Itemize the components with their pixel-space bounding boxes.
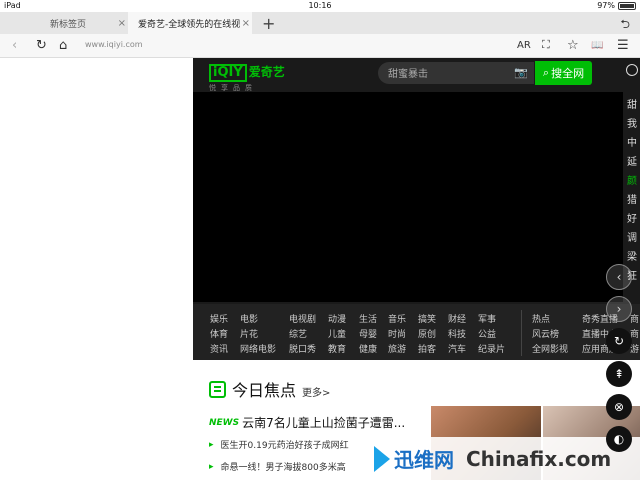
- search-box: 📷: [378, 62, 534, 86]
- channel-link[interactable]: 全网影视: [532, 342, 568, 355]
- prev-button[interactable]: ‹: [606, 264, 632, 290]
- extra-button[interactable]: ◐: [606, 426, 632, 452]
- tab-title: 新标签页: [50, 19, 87, 30]
- channel-link[interactable]: 电视剧: [289, 312, 316, 325]
- headline-text: 云南7名儿童上山捡菌子遭雷...: [242, 416, 406, 430]
- channel-link[interactable]: 原创: [418, 327, 436, 340]
- channel-link[interactable]: 军事: [478, 312, 496, 325]
- user-icon[interactable]: [626, 64, 638, 76]
- menu-icon[interactable]: ☰: [617, 38, 629, 53]
- close-icon[interactable]: ×: [242, 18, 250, 29]
- channel-link[interactable]: 动漫: [328, 312, 346, 325]
- search-button[interactable]: ⌕ 搜全网: [535, 61, 592, 85]
- blank-area: [0, 58, 193, 480]
- more-link[interactable]: 更多>: [302, 384, 330, 399]
- focus-list-item[interactable]: 颜: [627, 172, 640, 191]
- site-logo[interactable]: iQIY 爱奇艺 悦享品质: [209, 61, 285, 93]
- battery-percent: 97%: [597, 1, 615, 10]
- channel-link[interactable]: 科技: [448, 327, 466, 340]
- focus-list-item[interactable]: 中: [627, 134, 640, 153]
- tab-title: 爱奇艺-全球领先的在线视: [138, 19, 241, 30]
- clock: 10:16: [308, 1, 332, 10]
- next-button[interactable]: ›: [606, 296, 632, 322]
- list-icon: [209, 380, 226, 398]
- tab-iqiyi[interactable]: 爱奇艺-全球领先的在线视 ×: [128, 12, 252, 34]
- watermark-en: Chinafix.com: [466, 446, 612, 471]
- focus-list-item[interactable]: 甜: [627, 96, 640, 115]
- focus-list: 甜我中延颜猎好调梁狂: [627, 96, 640, 286]
- logo-mark: iQIY: [209, 64, 247, 82]
- watermark-cn: 迅维网: [394, 448, 454, 472]
- logo-name: 爱奇艺: [248, 65, 285, 79]
- channel-link[interactable]: 网络电影: [240, 342, 276, 355]
- channel-link[interactable]: 片花: [240, 327, 258, 340]
- channel-link[interactable]: 资讯: [210, 342, 228, 355]
- status-bar: iPad 10:16 97%: [0, 0, 640, 12]
- channel-link[interactable]: 音乐: [388, 312, 406, 325]
- close-icon[interactable]: ×: [118, 18, 126, 29]
- reload-icon[interactable]: ↻: [36, 38, 47, 53]
- more-button[interactable]: ⊗: [606, 394, 632, 420]
- channel-link[interactable]: 汽车: [448, 342, 466, 355]
- web-page: iQIY爱奇艺 悦享品质 📷 ⌕ 搜全网 甜我中延颜猎好调梁狂 娱乐体育资讯 电影…: [193, 58, 640, 480]
- channel-link[interactable]: 商: [630, 312, 639, 325]
- channel-link[interactable]: 旅游: [388, 342, 406, 355]
- address-bar[interactable]: www.iqiyi.com: [85, 40, 143, 49]
- watermark: 迅维网 Chinafix.com: [364, 437, 640, 480]
- new-tab-button[interactable]: +: [262, 14, 275, 33]
- browser-toolbar: ‹ ↻ ⌂ www.iqiyi.com AR ⛶ ☆ 📖 ☰: [0, 34, 640, 58]
- scroll-top-button[interactable]: ⇞: [606, 361, 632, 387]
- channel-link[interactable]: 体育: [210, 327, 228, 340]
- nav-divider: [521, 310, 522, 356]
- tab-menu-icon[interactable]: ⮌: [620, 15, 630, 36]
- channel-link[interactable]: 搞笑: [418, 312, 436, 325]
- channel-link[interactable]: 综艺: [289, 327, 307, 340]
- tab-new-tab[interactable]: 新标签页 ×: [0, 12, 128, 34]
- channel-link[interactable]: 电影: [240, 312, 258, 325]
- section-header: 今日焦点 更多>: [209, 377, 330, 401]
- ar-button[interactable]: AR: [517, 40, 531, 51]
- section-title: 今日焦点: [232, 381, 297, 400]
- channel-link[interactable]: 教育: [328, 342, 346, 355]
- channel-link[interactable]: 娱乐: [210, 312, 228, 325]
- channel-link[interactable]: 风云榜: [532, 327, 559, 340]
- headline[interactable]: NEWS 云南7名儿童上山捡菌子遭雷...: [209, 414, 405, 431]
- focus-list-item[interactable]: 好: [627, 210, 640, 229]
- channel-link[interactable]: 热点: [532, 312, 550, 325]
- channel-link[interactable]: 生活: [359, 312, 377, 325]
- channel-link[interactable]: 拍客: [418, 342, 436, 355]
- channel-link[interactable]: 时尚: [388, 327, 406, 340]
- channel-nav: 娱乐体育资讯 电影片花网络电影 电视剧综艺脱口秀 动漫儿童教育 生活母婴健康 音乐时尚旅游…: [193, 304, 640, 360]
- battery-icon: [618, 1, 636, 10]
- focus-list-item[interactable]: 我: [627, 115, 640, 134]
- news-item[interactable]: 命悬一线！男子海拔800多米高: [209, 460, 346, 473]
- channel-link[interactable]: 健康: [359, 342, 377, 355]
- channel-link[interactable]: 财经: [448, 312, 466, 325]
- focus-list-item[interactable]: 延: [627, 153, 640, 172]
- channel-link[interactable]: 脱口秀: [289, 342, 316, 355]
- news-item[interactable]: 医生开0.19元药治好孩子成网红: [209, 438, 349, 451]
- star-icon[interactable]: ☆: [567, 38, 579, 53]
- home-icon[interactable]: ⌂: [59, 38, 67, 53]
- watermark-arrow-icon: [374, 445, 390, 472]
- search-button-label: 搜全网: [551, 67, 585, 80]
- reader-icon[interactable]: 📖: [591, 40, 603, 51]
- scan-icon[interactable]: ⛶: [542, 38, 550, 52]
- back-icon[interactable]: ‹: [12, 38, 17, 53]
- tab-bar: 新标签页 × 爱奇艺-全球领先的在线视 × + ⮌: [0, 12, 640, 34]
- channel-link[interactable]: 公益: [478, 327, 496, 340]
- refresh-button[interactable]: ↻: [606, 328, 632, 354]
- channel-link[interactable]: 儿童: [328, 327, 346, 340]
- video-player[interactable]: [193, 92, 623, 302]
- search-icon: ⌕: [542, 66, 550, 79]
- news-tag: NEWS: [209, 417, 240, 428]
- focus-list-item[interactable]: 梁: [627, 248, 640, 267]
- focus-list-item[interactable]: 调: [627, 229, 640, 248]
- camera-icon[interactable]: 📷: [514, 66, 528, 79]
- battery-area: 97%: [597, 1, 636, 10]
- channel-link[interactable]: 母婴: [359, 327, 377, 340]
- channel-link[interactable]: 纪录片: [478, 342, 505, 355]
- focus-list-item[interactable]: 猎: [627, 191, 640, 210]
- search-input[interactable]: [378, 63, 498, 86]
